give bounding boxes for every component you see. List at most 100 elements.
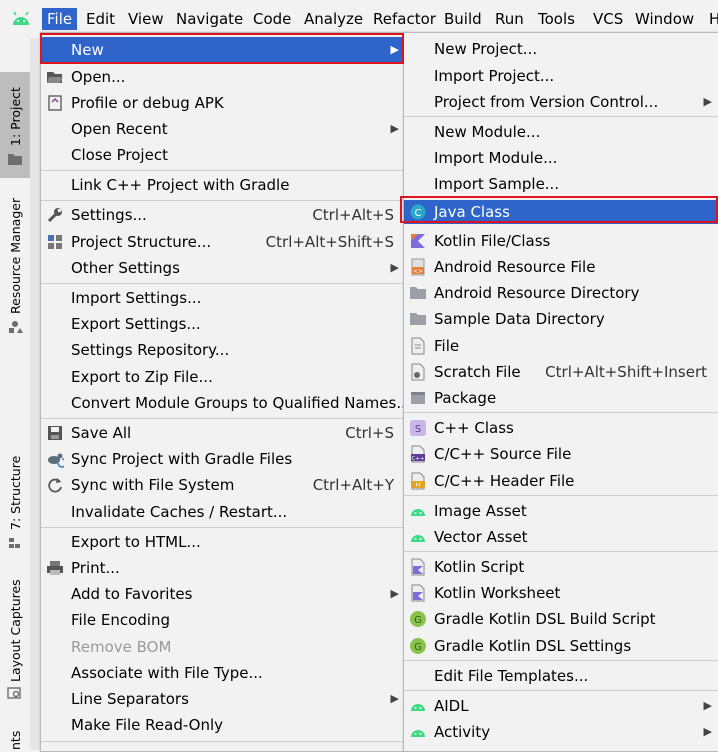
menu-item-package-label: Package — [434, 389, 497, 407]
menu-item-android-resource-directory[interactable]: Android Resource Directory — [404, 280, 718, 306]
menu-item-java-class-label: Java Class — [434, 203, 510, 221]
menu-navigate[interactable]: Navigate — [171, 8, 248, 30]
menu-build[interactable]: Build — [439, 8, 487, 30]
menu-tools[interactable]: Tools — [533, 8, 580, 30]
menu-item-sample-data-directory[interactable]: Sample Data Directory — [404, 306, 718, 332]
menu-separator — [41, 527, 406, 528]
tab-project[interactable]: 1: Project — [0, 72, 30, 178]
menu-item-profile-debug[interactable]: Profile or debug APK — [41, 90, 406, 116]
menu-vcs[interactable]: VCS — [588, 8, 628, 30]
shortcut-label: Ctrl+Alt+Shift+Insert — [545, 363, 707, 381]
menu-item-aidl[interactable]: AIDL ▶ — [404, 693, 718, 719]
menu-help[interactable]: H — [704, 8, 718, 30]
menu-item-export-settings-label: Export Settings... — [71, 315, 201, 333]
menu-item-export-zip-label: Export to Zip File... — [71, 368, 213, 386]
menu-item-sync-gradle[interactable]: Sync Project with Gradle Files — [41, 446, 406, 472]
menu-item-file[interactable]: File — [404, 333, 718, 359]
menu-item-other-settings[interactable]: Other Settings ▶ — [41, 255, 406, 281]
menu-item-settings-label: Settings... — [71, 206, 147, 224]
menu-item-close-project[interactable]: Close Project — [41, 142, 406, 168]
menu-item-link-cpp[interactable]: Link C++ Project with Gradle — [41, 172, 406, 198]
menu-item-image-asset-label: Image Asset — [434, 502, 527, 520]
menu-separator — [404, 495, 718, 496]
svg-text:S: S — [415, 424, 421, 435]
tab-bottom[interactable]: nts — [0, 728, 30, 750]
menu-item-export-zip[interactable]: Export to Zip File... — [41, 364, 406, 390]
menu-item-save-all[interactable]: Save All Ctrl+S — [41, 420, 406, 446]
svg-text:G: G — [414, 615, 422, 626]
menu-item-file-encoding[interactable]: File Encoding — [41, 607, 406, 633]
gradle-icon: G — [410, 638, 426, 654]
menu-analyze[interactable]: Analyze — [299, 8, 368, 30]
menu-item-project-structure[interactable]: Project Structure... Ctrl+Alt+Shift+S — [41, 229, 406, 255]
submenu-arrow-icon: ▶ — [390, 261, 399, 274]
menu-item-line-separators[interactable]: Line Separators ▶ — [41, 686, 406, 712]
menu-item-cpp-class-label: C++ Class — [434, 419, 514, 437]
menu-separator — [41, 418, 406, 419]
menu-item-associate-file-type[interactable]: Associate with File Type... — [41, 660, 406, 686]
menu-item-add-favorites[interactable]: Add to Favorites ▶ — [41, 581, 406, 607]
menu-item-open-recent[interactable]: Open Recent ▶ — [41, 116, 406, 142]
menu-item-new[interactable]: New ▶ — [41, 37, 406, 63]
menu-item-kotlin-script[interactable]: Kotlin Script — [404, 554, 718, 580]
menu-code[interactable]: Code — [248, 8, 296, 30]
menu-item-gradle-build-script[interactable]: G Gradle Kotlin DSL Build Script — [404, 606, 718, 632]
menu-item-export-settings[interactable]: Export Settings... — [41, 311, 406, 337]
tab-structure[interactable]: 7: Structure — [0, 448, 30, 558]
menu-file[interactable]: File — [42, 8, 78, 30]
menu-item-scratch-file[interactable]: Scratch File Ctrl+Alt+Shift+Insert — [404, 359, 718, 385]
menu-edit[interactable]: Edit — [81, 8, 120, 30]
file-menu: New ▶ Open... Profile or debug APK Open … — [40, 32, 411, 752]
menu-item-make-read-only[interactable]: Make File Read-Only — [41, 712, 406, 738]
menu-item-print[interactable]: Print... — [41, 555, 406, 581]
menu-item-edit-file-templates[interactable]: Edit File Templates... — [404, 663, 718, 689]
wrench-icon — [47, 208, 62, 223]
menu-item-project-vcs[interactable]: Project from Version Control... ▶ — [404, 89, 718, 115]
menu-item-settings-repository[interactable]: Settings Repository... — [41, 337, 406, 363]
tab-project-label: 1: Project — [8, 87, 23, 146]
menu-item-vector-asset[interactable]: Vector Asset — [404, 524, 718, 550]
menu-item-import-module[interactable]: Import Module... — [404, 145, 718, 171]
tab-layout-captures[interactable]: Layout Captures — [0, 578, 30, 708]
menu-item-invalidate-caches[interactable]: Invalidate Caches / Restart... — [41, 499, 406, 525]
menu-item-scratch-file-label: Scratch File — [434, 363, 521, 381]
menu-item-new-module[interactable]: New Module... — [404, 119, 718, 145]
menu-item-cpp-source[interactable]: C++ C/C++ Source File — [404, 441, 718, 467]
menu-item-import-sample[interactable]: Import Sample... — [404, 171, 718, 197]
menu-item-import-project[interactable]: Import Project... — [404, 63, 718, 89]
menu-separator — [41, 741, 406, 742]
svg-text:C: C — [415, 208, 422, 219]
menu-item-gradle-build-script-label: Gradle Kotlin DSL Build Script — [434, 610, 656, 628]
menu-item-android-resource-file[interactable]: <> Android Resource File — [404, 254, 718, 280]
menu-item-cpp-header[interactable]: H C/C++ Header File — [404, 468, 718, 494]
menu-item-package[interactable]: Package — [404, 385, 718, 411]
menu-separator — [404, 116, 718, 117]
folder-icon — [410, 287, 426, 299]
menu-item-java-class[interactable]: C Java Class — [404, 200, 718, 224]
menu-item-image-asset[interactable]: Image Asset — [404, 498, 718, 524]
menu-item-import-settings[interactable]: Import Settings... — [41, 285, 406, 311]
menu-item-export-html[interactable]: Export to HTML... — [41, 529, 406, 555]
menu-item-kotlin-file[interactable]: Kotlin File/Class — [404, 228, 718, 254]
menu-item-settings[interactable]: Settings... Ctrl+Alt+S — [41, 202, 406, 228]
menu-run[interactable]: Run — [490, 8, 529, 30]
menu-refactor[interactable]: Refactor — [368, 8, 441, 30]
menu-item-kotlin-worksheet[interactable]: Kotlin Worksheet — [404, 580, 718, 606]
menu-item-cpp-class[interactable]: S C++ Class — [404, 415, 718, 441]
menu-item-convert-module-groups[interactable]: Convert Module Groups to Qualified Names… — [41, 390, 411, 416]
menu-item-add-favorites-label: Add to Favorites — [71, 585, 193, 603]
menu-window[interactable]: Window — [630, 8, 699, 30]
menu-view[interactable]: View — [123, 8, 169, 30]
menu-item-activity[interactable]: Activity ▶ — [404, 719, 718, 745]
menu-item-new-project[interactable]: New Project... — [404, 36, 718, 62]
menu-item-import-project-label: Import Project... — [434, 67, 555, 85]
menu-item-gradle-settings[interactable]: G Gradle Kotlin DSL Settings — [404, 633, 718, 659]
menu-item-sync-file-system[interactable]: Sync with File System Ctrl+Alt+Y — [41, 472, 406, 498]
package-icon — [411, 392, 425, 404]
tab-resource-manager[interactable]: Resource Manager — [0, 198, 30, 348]
menu-item-other-settings-label: Other Settings — [71, 259, 180, 277]
svg-text:H: H — [416, 482, 421, 489]
menu-item-remove-bom-label: Remove BOM — [71, 638, 172, 656]
menu-item-convert-module-groups-label: Convert Module Groups to Qualified Names… — [71, 394, 411, 412]
menu-item-open[interactable]: Open... — [41, 64, 406, 90]
